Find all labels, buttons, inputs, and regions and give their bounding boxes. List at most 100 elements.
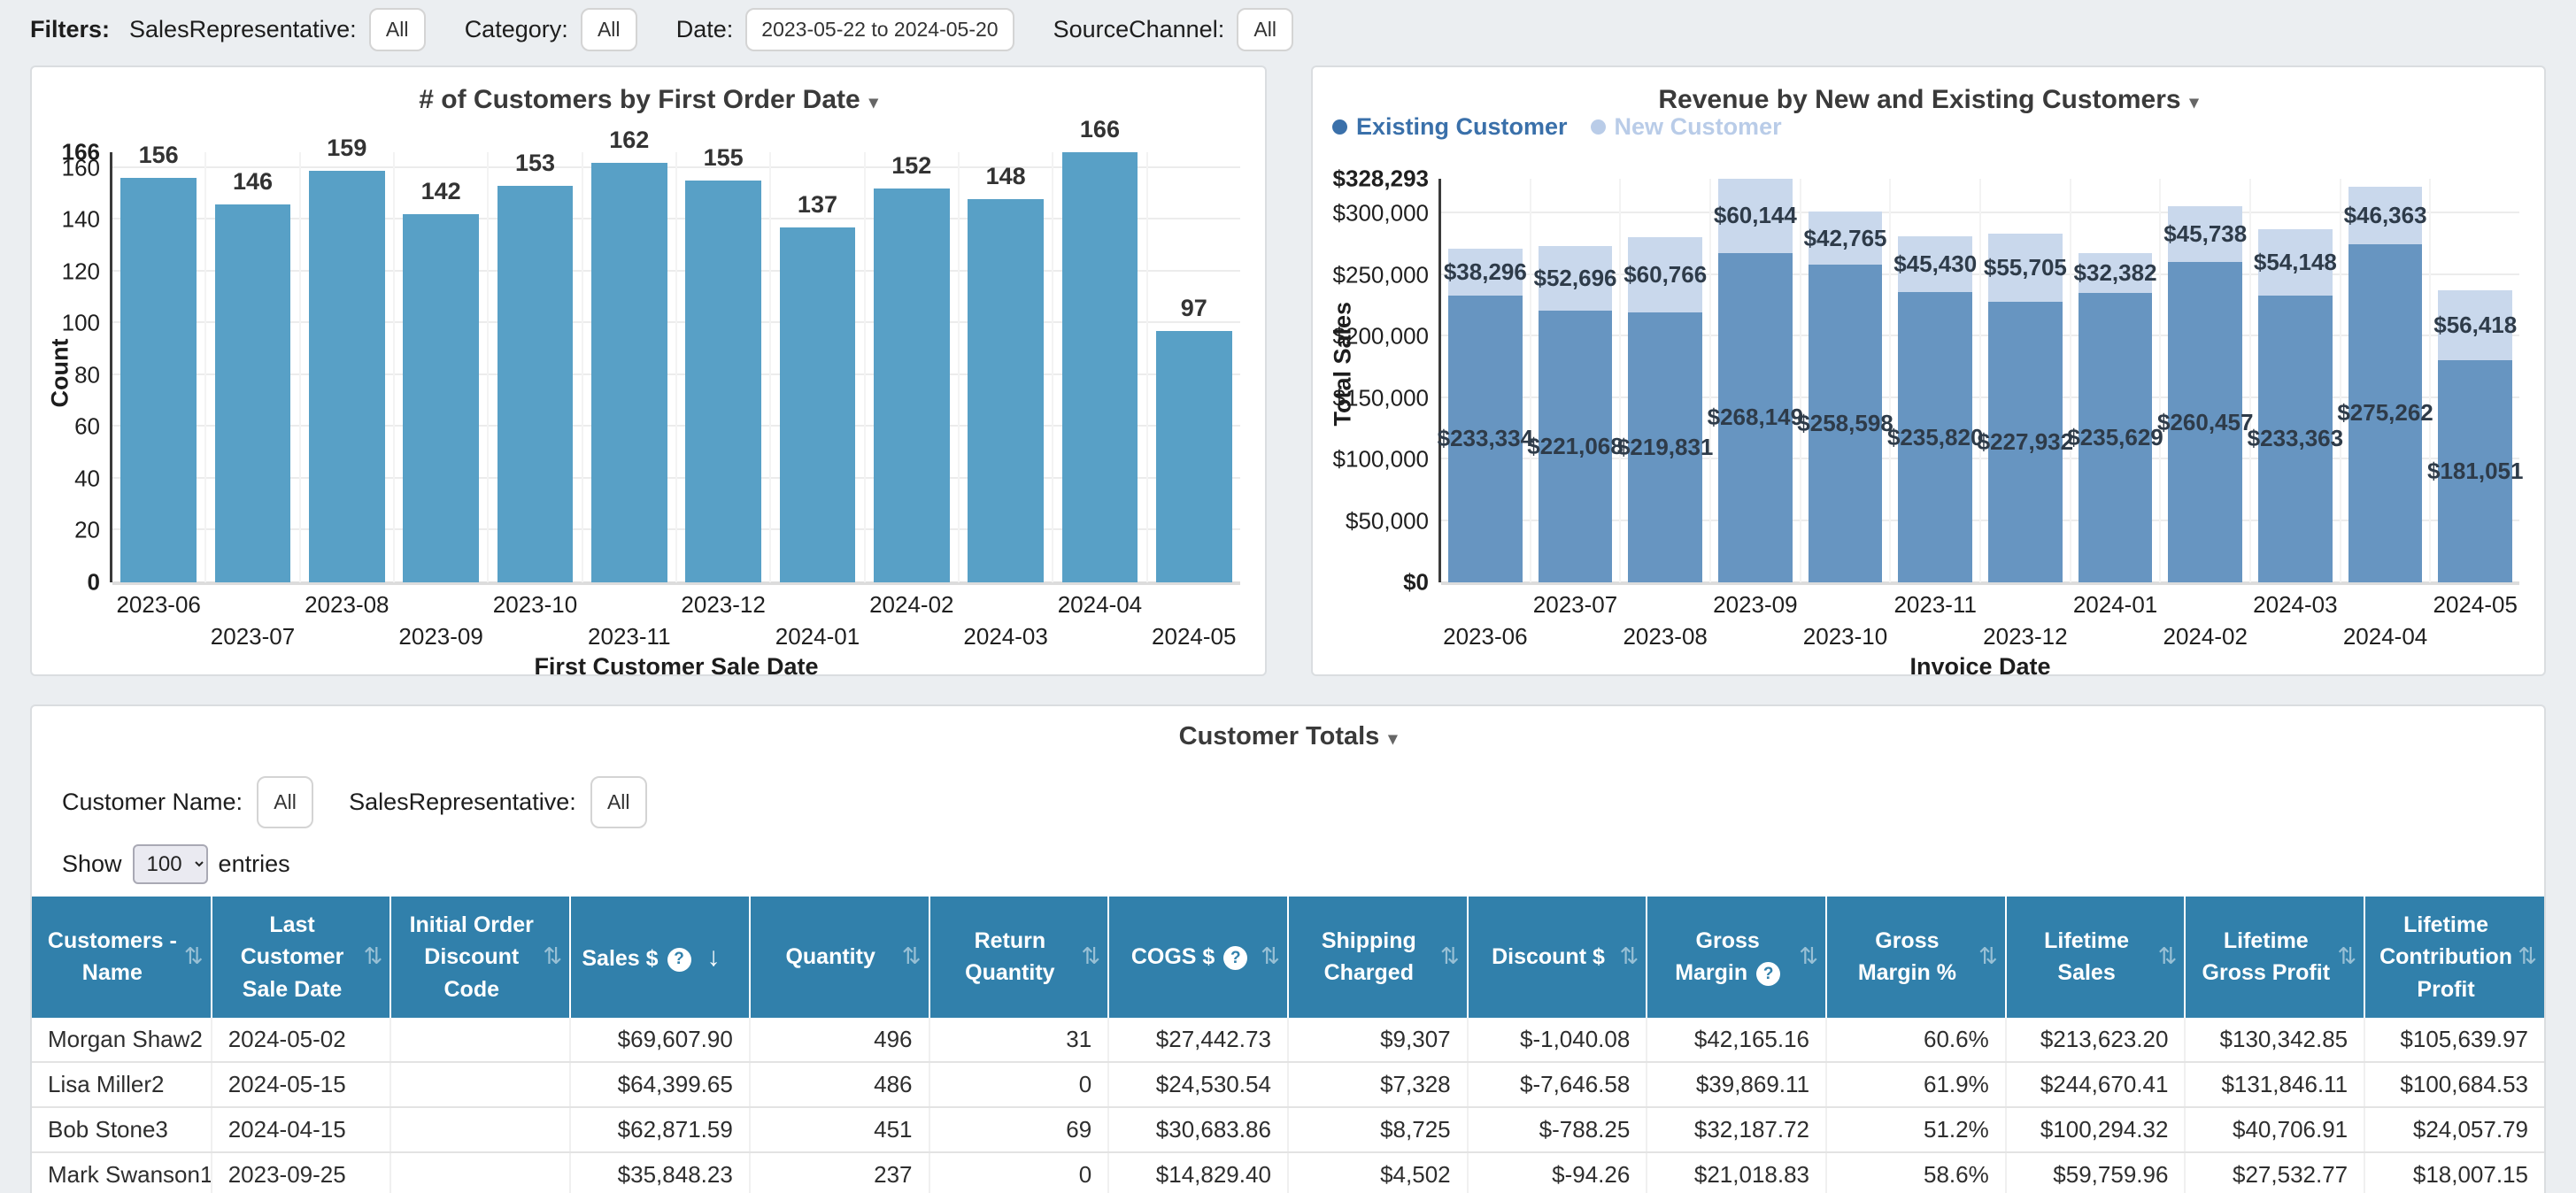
- info-icon[interactable]: ?: [1756, 962, 1781, 987]
- bar-slot-2024-04: 166 2024-04: [1052, 116, 1145, 618]
- bar-2023-08[interactable]: [309, 170, 385, 582]
- bar-2023-09[interactable]: [403, 214, 479, 582]
- column-header-label: COGS $: [1130, 944, 1215, 970]
- new-customer-segment[interactable]: $55,705: [1984, 234, 2067, 303]
- cell-quantity: 496: [749, 1017, 930, 1063]
- new-customer-segment[interactable]: $60,766: [1623, 237, 1707, 312]
- existing-customer-segment[interactable]: $235,629: [2067, 292, 2163, 582]
- column-header-initial-order-discount-code[interactable]: Initial Order Discount Code ⇅: [390, 897, 572, 1018]
- new-customer-segment[interactable]: $60,144: [1714, 179, 1797, 253]
- legend-item-existing-customer[interactable]: Existing Customer: [1332, 113, 1568, 141]
- page-size-select[interactable]: 100: [132, 844, 208, 884]
- column-header-lifetime-sales[interactable]: Lifetime Sales ⇅: [2005, 897, 2187, 1018]
- chevron-down-icon[interactable]: ▾: [1388, 727, 1397, 750]
- x-tick-label: 2023-10: [1802, 623, 1888, 650]
- new-customer-segment[interactable]: $38,296: [1444, 248, 1527, 296]
- new-customer-segment[interactable]: $46,363: [2344, 187, 2427, 244]
- info-icon[interactable]: ?: [1223, 946, 1248, 971]
- existing-customer-segment[interactable]: $233,363: [2248, 295, 2343, 582]
- existing-customer-segment[interactable]: $260,457: [2157, 262, 2253, 582]
- column-header-gross-margin[interactable]: Gross Margin? ⇅: [1647, 897, 1828, 1018]
- x-tick-label: 2023-12: [681, 591, 766, 618]
- new-customer-segment[interactable]: $56,418: [2433, 290, 2517, 360]
- filter-date-button[interactable]: 2023-05-22 to 2024-05-20: [745, 7, 1014, 51]
- x-tick-label: 2024-04: [2342, 623, 2428, 650]
- bar-value-label: 148: [985, 162, 1026, 189]
- existing-customer-segment[interactable]: $227,932: [1978, 302, 2073, 582]
- stacked-bar-2023-10: $42,765 $258,598: [1797, 212, 1893, 582]
- column-header-discount-[interactable]: Discount $ ⇅: [1467, 897, 1648, 1018]
- column-header-customers-name[interactable]: Customers - Name ⇅: [32, 897, 212, 1018]
- bar-2023-11[interactable]: [591, 162, 667, 582]
- bar-slot-2023-07: $52,696 $221,068 2023-07: [1527, 179, 1623, 618]
- revenue-stacked-bar-chart: $0 $50,000 $100,000 $150,000 $200,000 $250,00…: [1333, 165, 2524, 681]
- existing-customer-segment[interactable]: $219,831: [1617, 312, 1713, 582]
- cell-gross-margin-: 58.6%: [1826, 1151, 2007, 1193]
- column-header-lifetime-gross-profit[interactable]: Lifetime Gross Profit ⇅: [2185, 897, 2366, 1018]
- info-icon[interactable]: ?: [667, 947, 691, 972]
- segment-value-label: $233,363: [2247, 425, 2344, 452]
- chevron-down-icon[interactable]: ▾: [869, 91, 878, 113]
- y-max-label: 166: [61, 138, 100, 165]
- column-header-lifetime-contribution-profit[interactable]: Lifetime Contribution Profit ⇅: [2364, 897, 2544, 1018]
- existing-customer-segment[interactable]: $181,051: [2427, 359, 2523, 582]
- bar-slot-2023-06: 156 2023-06: [112, 142, 204, 618]
- chevron-down-icon[interactable]: ▾: [2190, 91, 2199, 113]
- new-customer-segment[interactable]: $54,148: [2254, 228, 2337, 296]
- stacked-bar-2024-02: $45,738 $260,457: [2157, 205, 2253, 582]
- cell-cogs-: $24,530.54: [1108, 1061, 1289, 1108]
- existing-customer-segment[interactable]: $221,068: [1527, 310, 1623, 582]
- existing-customer-segment[interactable]: $233,334: [1438, 295, 1533, 582]
- column-header-cogs-[interactable]: COGS $? ⇅: [1108, 897, 1289, 1018]
- legend-item-new-customer[interactable]: New Customer: [1590, 113, 1782, 141]
- new-customer-segment[interactable]: $52,696: [1534, 245, 1617, 311]
- filters-label: Filters:: [30, 15, 111, 42]
- bar-2024-04[interactable]: [1061, 152, 1138, 582]
- table-header-row: Customers - Name ⇅ Last Customer Sale Date…: [32, 897, 2544, 1018]
- segment-value-label: $56,418: [2433, 311, 2518, 338]
- new-customer-segment[interactable]: $45,430: [1893, 236, 1977, 293]
- customer-totals-table: Customers - Name ⇅ Last Customer Sale Date…: [32, 897, 2544, 1193]
- column-header-gross-margin-[interactable]: Gross Margin % ⇅: [1826, 897, 2007, 1018]
- column-header-shipping-charged[interactable]: Shipping Charged ⇅: [1287, 897, 1469, 1018]
- stacked-bar-2023-08: $60,766 $219,831: [1617, 237, 1713, 582]
- table-filter-customer-name-button[interactable]: All: [257, 776, 314, 828]
- existing-customer-segment[interactable]: $268,149: [1708, 252, 1803, 582]
- existing-customer-segment[interactable]: $235,820: [1887, 292, 1983, 582]
- new-customer-segment[interactable]: $32,382: [2074, 252, 2157, 293]
- existing-customer-segment[interactable]: $275,262: [2337, 243, 2433, 582]
- column-header-label: Lifetime Gross Profit: [2202, 928, 2331, 986]
- bar-slot-2024-04: $46,363 $275,262 2024-04: [2337, 179, 2433, 650]
- new-customer-segment[interactable]: $42,765: [1804, 212, 1887, 265]
- table-filter-sales-representative-button[interactable]: All: [590, 776, 647, 828]
- column-header-sales-[interactable]: Sales $? ↓: [570, 897, 751, 1018]
- bar-2023-12[interactable]: [685, 181, 761, 582]
- column-header-label: Customers - Name: [47, 928, 177, 986]
- filter-category-button[interactable]: All: [580, 7, 637, 51]
- column-header-return-quantity[interactable]: Return Quantity ⇅: [929, 897, 1110, 1018]
- sort-icon: ⇅: [183, 943, 204, 970]
- bar-2024-01[interactable]: [779, 227, 856, 582]
- cell-lifetime-gross-profit: $27,532.77: [2185, 1151, 2366, 1193]
- bar-slot-2023-09: 142 2023-09: [392, 152, 487, 650]
- cell-initial-order-discount-code: [390, 1151, 572, 1193]
- filter-source-channel-button[interactable]: All: [1237, 7, 1294, 51]
- column-header-quantity[interactable]: Quantity ⇅: [749, 897, 930, 1018]
- bar-2023-07[interactable]: [214, 204, 291, 582]
- cell-gross-margin-: 51.2%: [1826, 1106, 2007, 1153]
- bar-2024-03[interactable]: [968, 198, 1044, 582]
- table-row: Bob Stone3 2024-04-15 $62,871.59 451 69 $30,6…: [32, 1106, 2544, 1153]
- existing-customer-segment[interactable]: $258,598: [1797, 264, 1893, 582]
- column-header-label: Sales $: [582, 945, 659, 971]
- bar-2023-06[interactable]: [120, 178, 197, 582]
- bar-2023-10[interactable]: [497, 186, 574, 582]
- column-header-label: Quantity: [785, 944, 875, 970]
- stacked-bar-2023-11: $45,430 $235,820: [1887, 236, 1983, 582]
- column-header-last-customer-sale-date[interactable]: Last Customer Sale Date ⇅: [211, 897, 392, 1018]
- new-customer-segment[interactable]: $45,738: [2163, 205, 2247, 263]
- bar-2024-02[interactable]: [874, 189, 950, 582]
- sort-icon: ⇅: [363, 943, 383, 970]
- revenue-chart-title: Revenue by New and Existing Customers ▾: [1658, 85, 2199, 114]
- filter-sales-representative-button[interactable]: All: [368, 7, 426, 51]
- bar-2024-05[interactable]: [1155, 331, 1232, 582]
